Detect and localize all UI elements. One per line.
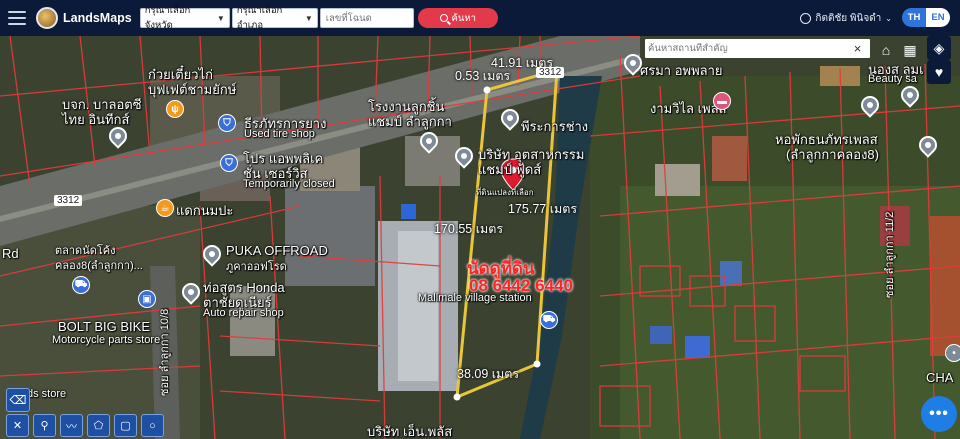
search-button[interactable]: ค้นหา (417, 8, 498, 28)
place-label: Used tire shop (244, 128, 315, 140)
measurement-label: 0.53 เมตร (455, 69, 511, 83)
chevron-down-icon: ▼ (216, 13, 225, 23)
app-name: LandsMaps (63, 11, 132, 25)
shopping-cart-icon[interactable]: ⛟ (540, 311, 558, 329)
landsmaps-app: LandsMaps กรุณาเลือกจังหวัด ▼ กรุณาเลือกอ… (0, 0, 960, 439)
chevron-down-icon: ▼ (304, 13, 313, 23)
district-select[interactable]: กรุณาเลือกอำเภอ ▼ (231, 5, 318, 31)
place-label: Rd (2, 246, 19, 261)
place-label: ภูคาออฟโรด (226, 261, 287, 273)
hotel-icon[interactable]: ▬ (713, 92, 731, 110)
lang-en-button[interactable]: EN (926, 8, 950, 27)
map-pin-icon[interactable]: • (945, 344, 960, 362)
place-label: แชมป์ ลำลูกกา (368, 114, 452, 129)
shop-icon[interactable]: ⛉ (220, 154, 238, 172)
place-label: บุฟเฟต์ชามยักษ์ (148, 82, 237, 97)
layers-icon[interactable]: ◈ (927, 36, 951, 60)
province-select[interactable]: กรุณาเลือกจังหวัด ▼ (139, 5, 230, 31)
user-menu[interactable]: กิตติชัย พินิจดำ ⌄ (800, 0, 892, 36)
ruler-icon[interactable]: ✕ (6, 414, 29, 437)
heart-icon[interactable]: ♥ (927, 60, 951, 84)
road-number-badge: 3312 (54, 195, 83, 206)
district-select-value: กรุณาเลือกอำเภอ (236, 5, 283, 31)
eraser-icon[interactable]: ⌫ (6, 388, 30, 412)
home-icon[interactable]: ⌂ (874, 38, 898, 62)
place-label: ds store (27, 388, 67, 400)
place-label: ซอย ลำลูกกา 10/8 (159, 308, 171, 396)
grid-icon[interactable]: ▦ (898, 38, 922, 62)
lang-th-button[interactable]: TH (902, 8, 926, 27)
rectangle-icon[interactable]: ▢ (114, 414, 137, 437)
place-label: (ลำลูกกาคลอง8) (786, 147, 879, 162)
place-label: Temporarily closed (243, 178, 335, 190)
place-label: Beauty sa (868, 73, 917, 85)
place-label: ศรมา อพพลาย (640, 63, 723, 78)
measurement-label: 175.77 เมตร (508, 202, 578, 216)
place-label: CHA (926, 370, 954, 385)
cafe-icon[interactable]: ☕ (156, 199, 174, 217)
place-label: PUKA OFFROAD (226, 243, 328, 258)
listing-phone: 08 6442 6440 (469, 276, 573, 295)
place-label: ซอย ลำลูกกา 11/2 (884, 211, 896, 298)
title-deed-input[interactable] (319, 8, 414, 28)
close-icon[interactable]: × (845, 41, 870, 56)
logo-icon (36, 7, 58, 29)
user-name: กิตติชัย พินิจดำ (815, 12, 882, 24)
measurement-label: 38.09 เมตร (457, 367, 520, 381)
place-label: BOLT BIG BIKE (58, 319, 150, 334)
shop-icon[interactable]: ⛉ (218, 114, 236, 132)
place-search-input[interactable] (645, 43, 845, 54)
polygon-icon[interactable]: ⬠ (87, 414, 110, 437)
top-navbar: LandsMaps กรุณาเลือกจังหวัด ▼ กรุณาเลือกอ… (0, 0, 960, 36)
drawing-toolbar: ✕ ⚲ 〰 ⬠ ▢ ○ (6, 414, 164, 437)
place-label: แชมป์ ฟู้ดส์ (478, 162, 542, 177)
pin-icon[interactable]: ⚲ (33, 414, 56, 437)
road-number-badge: 3312 (536, 67, 565, 78)
user-icon (800, 12, 812, 24)
place-search-box: × (645, 39, 870, 58)
restaurant-icon[interactable]: ψ (166, 100, 184, 118)
more-options-button[interactable]: ••• (921, 396, 957, 432)
chevron-down-icon: ⌄ (885, 13, 892, 23)
map-canvas[interactable]: 41.91 เมตร 0.53 เมตร 175.77 เมตร 170.55 … (0, 36, 960, 439)
polyline-icon[interactable]: 〰 (60, 414, 83, 437)
circle-icon[interactable]: ○ (141, 414, 164, 437)
place-label: Auto repair shop (203, 307, 284, 319)
province-select-value: กรุณาเลือกจังหวัด (144, 5, 191, 31)
language-toggle: TH EN (902, 8, 950, 27)
place-label: แดกนมปะ (176, 203, 234, 218)
hamburger-menu-icon[interactable] (8, 11, 26, 25)
shopping-bag-icon[interactable]: ▣ (138, 290, 156, 308)
measurement-label: 170.55 เมตร (434, 222, 504, 236)
shopping-cart-icon[interactable]: ⛟ (72, 276, 90, 294)
place-label: Motorcycle parts store (52, 334, 161, 346)
place-label: ที่ดินแปลงที่เลือก (476, 188, 534, 197)
search-icon (439, 14, 448, 22)
search-button-label: ค้นหา (451, 12, 476, 24)
place-label: บริษัท เอ็น.พลัส (367, 424, 453, 439)
place-label: คลอง8(ลำลูกกา)... (55, 260, 143, 272)
place-label: พีระการช่าง (521, 119, 589, 134)
